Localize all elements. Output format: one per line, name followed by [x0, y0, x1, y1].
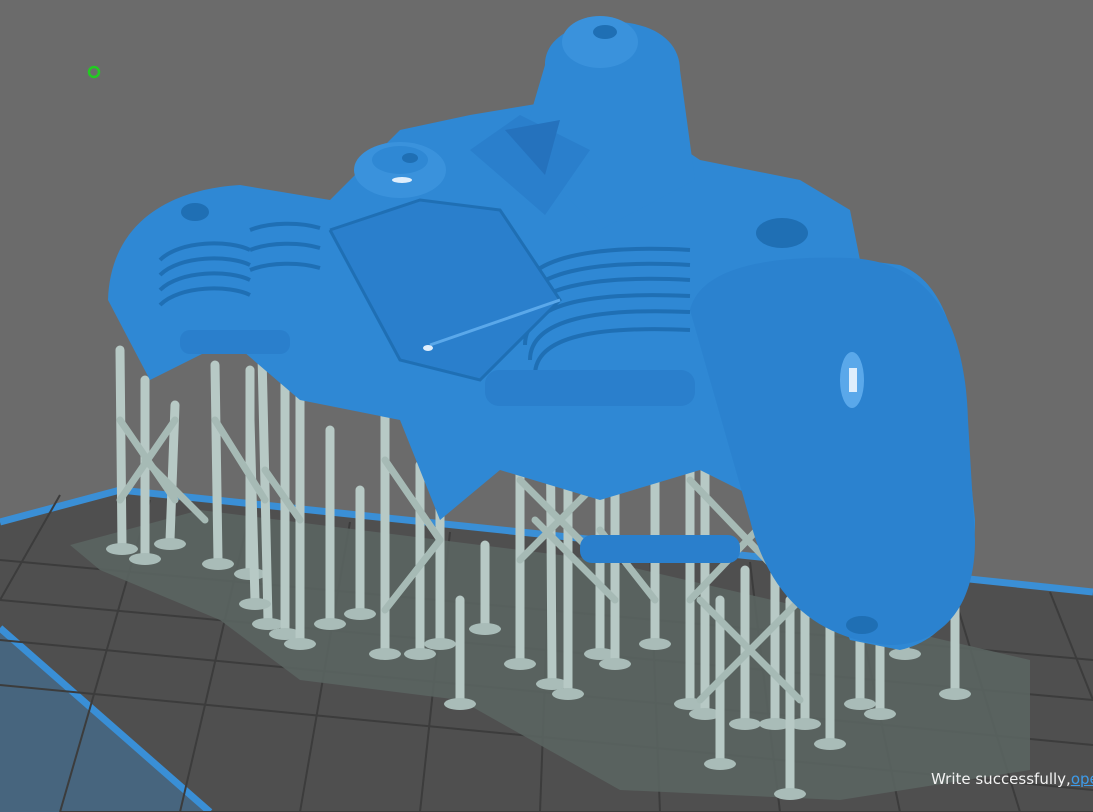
support-foot	[469, 623, 501, 635]
open-folder-link[interactable]: ope	[1071, 770, 1093, 788]
support-foot	[889, 648, 921, 660]
support-foot	[844, 698, 876, 710]
support-pillar	[210, 360, 223, 565]
support-foot	[239, 598, 271, 610]
support-foot	[774, 788, 806, 800]
support-foot	[284, 638, 316, 650]
support-foot	[202, 558, 234, 570]
support-foot	[369, 648, 401, 660]
support-foot	[504, 658, 536, 670]
3d-viewport[interactable]	[0, 0, 1093, 812]
support-foot	[404, 648, 436, 660]
support-pillar	[257, 350, 273, 625]
support-foot	[864, 708, 896, 720]
support-foot	[424, 638, 456, 650]
support-foot	[444, 698, 476, 710]
support-foot	[106, 543, 138, 555]
support-foot	[552, 688, 584, 700]
support-pillar	[115, 345, 127, 550]
support-pillar	[245, 415, 260, 605]
toast-message: Write successfully,	[931, 770, 1071, 788]
support-foot	[704, 758, 736, 770]
mount-hole	[846, 616, 878, 634]
support-foot	[154, 538, 186, 550]
support-foot	[536, 678, 568, 690]
support-foot	[639, 638, 671, 650]
support-foot	[599, 658, 631, 670]
support-foot	[252, 618, 284, 630]
support-foot	[129, 553, 161, 565]
support-foot	[344, 608, 376, 620]
support-foot	[729, 718, 761, 730]
mount-hole	[181, 203, 209, 221]
support-foot	[939, 688, 971, 700]
support-foot	[814, 738, 846, 750]
status-toast: Write successfully,ope	[931, 770, 1093, 788]
support-foot	[314, 618, 346, 630]
mount-hole	[756, 218, 808, 248]
